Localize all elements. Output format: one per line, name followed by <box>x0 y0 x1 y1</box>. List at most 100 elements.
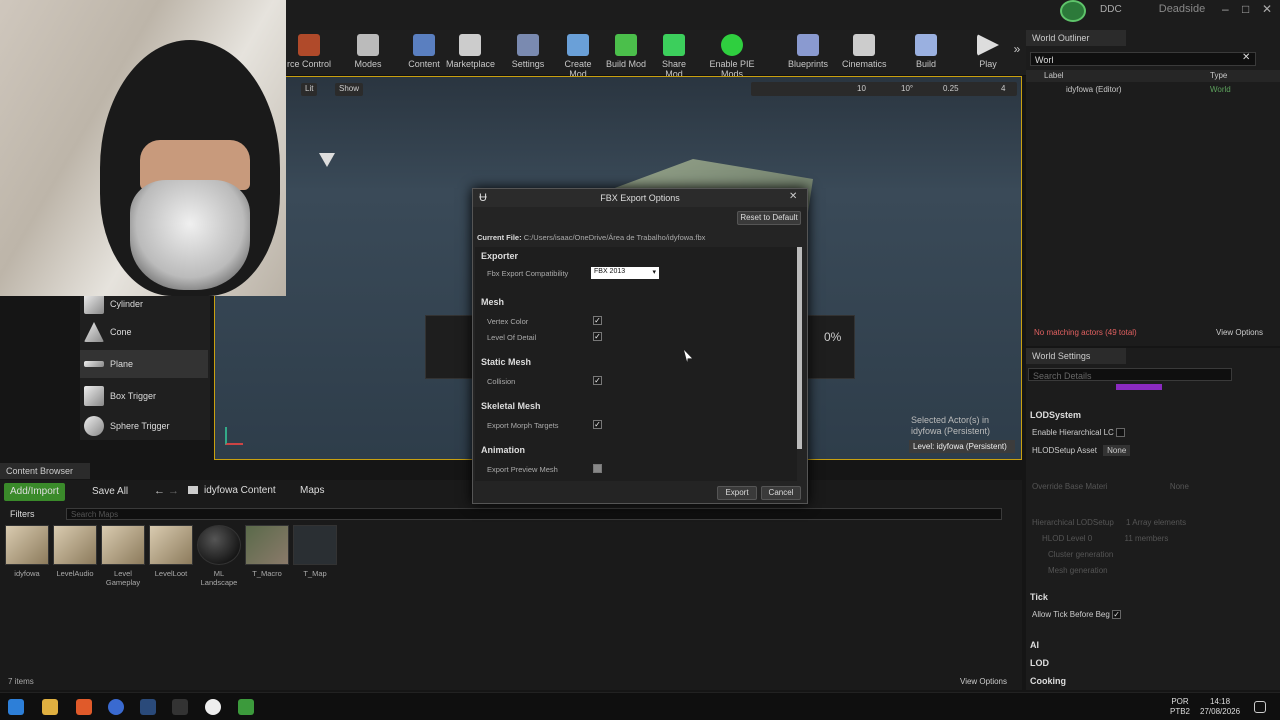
breadcrumb-maps[interactable]: Maps <box>300 485 324 496</box>
place-item-cone[interactable]: Cone <box>80 318 208 346</box>
build-icon <box>915 34 937 56</box>
static-mesh-section[interactable]: Static Mesh <box>481 357 531 367</box>
world-outliner-tab[interactable]: World Outliner <box>1026 30 1126 46</box>
chrome-icon[interactable] <box>108 699 124 715</box>
settings-button[interactable]: Settings <box>508 32 548 74</box>
reset-to-default-button[interactable]: Reset to Default <box>737 211 801 225</box>
lit-button[interactable]: Lit <box>301 83 318 96</box>
enable-hlod-checkbox[interactable] <box>1116 428 1126 438</box>
place-item-plane[interactable]: Plane <box>80 350 208 378</box>
asset-tile[interactable]: LevelAudio <box>53 525 97 578</box>
exporter-section[interactable]: Exporter <box>481 251 518 261</box>
filters-button[interactable]: Filters <box>4 506 41 524</box>
mesh-section[interactable]: Mesh <box>481 297 504 307</box>
forward-icon[interactable]: → <box>168 485 179 497</box>
asset-tile[interactable]: T_Macro <box>245 525 289 578</box>
collision-label: Collision <box>487 377 516 386</box>
play-button[interactable]: Play <box>970 32 1006 74</box>
content-search-input[interactable]: Search Maps <box>66 508 1002 520</box>
share-mod-button[interactable]: Share Mod <box>652 32 696 79</box>
skeletal-mesh-section[interactable]: Skeletal Mesh <box>481 401 541 411</box>
breadcrumb-content[interactable]: idyfowa Content <box>204 485 276 496</box>
content-browser-panel: Add/Import Save All ← → idyfowa Content … <box>0 480 1022 690</box>
language-indicator[interactable]: POR PTB2 <box>1170 697 1190 717</box>
source-control-button[interactable]: rce Control <box>286 32 332 74</box>
modes-button[interactable]: Modes <box>346 32 390 74</box>
clock[interactable]: 14:18 27/08/2026 <box>1200 697 1240 717</box>
scale-snap-value[interactable]: 0.25 <box>943 84 959 93</box>
allow-tick-checkbox[interactable]: ✓ <box>1112 610 1122 620</box>
cooking-header[interactable]: Cooking <box>1030 676 1066 686</box>
brave-browser-icon[interactable] <box>76 699 92 715</box>
axis-gizmo-icon <box>225 427 243 445</box>
close-icon[interactable]: ✕ <box>1262 2 1272 16</box>
tick-header[interactable]: Tick <box>1030 592 1048 602</box>
steam-icon[interactable] <box>140 699 156 715</box>
lod-header[interactable]: LOD <box>1030 658 1049 668</box>
asset-tile[interactable]: ML Landscape <box>197 525 241 587</box>
asset-tile[interactable]: Level Gameplay <box>101 525 145 587</box>
world-settings-tab[interactable]: World Settings <box>1026 348 1126 364</box>
grid-snap-value[interactable]: 10 <box>857 84 866 93</box>
rotation-snap-value[interactable]: 10° <box>901 84 913 93</box>
details-search-input[interactable]: Search Details <box>1028 368 1232 381</box>
animation-section[interactable]: Animation <box>481 445 525 455</box>
play-icon <box>977 34 999 56</box>
create-mod-icon <box>567 34 589 56</box>
content-view-options[interactable]: View Options <box>960 677 1007 686</box>
enable-pie-mods-button[interactable]: Enable PIE Mods <box>700 32 764 79</box>
show-button[interactable]: Show <box>335 83 364 96</box>
file-explorer-icon[interactable] <box>42 699 58 715</box>
type-column-header[interactable]: Type <box>1210 71 1227 80</box>
camera-speed-value[interactable]: 4 <box>1001 84 1005 93</box>
lod-system-header[interactable]: LODSystem <box>1030 410 1081 420</box>
hlod-setup-dropdown[interactable]: None <box>1103 445 1131 456</box>
dialog-close-icon[interactable]: ✕ <box>789 191 797 202</box>
epic-games-icon[interactable] <box>238 699 254 715</box>
export-button[interactable]: Export <box>717 486 757 500</box>
plane-icon <box>84 361 104 367</box>
marketplace-button[interactable]: Marketplace <box>446 32 495 74</box>
back-icon[interactable]: ← <box>154 485 165 497</box>
ai-header[interactable]: AI <box>1030 640 1039 650</box>
outliner-status: No matching actors (49 total) <box>1034 328 1137 337</box>
content-browser-tab[interactable]: Content Browser <box>0 463 90 479</box>
item-count: 7 items <box>8 677 34 686</box>
minimize-icon[interactable]: – <box>1222 2 1229 16</box>
blueprints-button[interactable]: Blueprints <box>786 32 830 74</box>
options-scrollbar[interactable] <box>797 247 802 449</box>
terminal-icon[interactable] <box>172 699 188 715</box>
outliner-row[interactable]: idyfowa (Editor) World <box>1026 84 1280 96</box>
hlod-setup-row: HLODSetup Asset None <box>1032 445 1131 456</box>
add-import-button[interactable]: Add/Import <box>4 483 65 501</box>
level-of-detail-checkbox[interactable]: ✓ <box>593 332 602 341</box>
asset-tile[interactable]: LevelLoot <box>149 525 193 578</box>
build-button[interactable]: Build <box>906 32 946 74</box>
label-column-header[interactable]: Label <box>1044 71 1064 80</box>
vertex-color-checkbox[interactable]: ✓ <box>593 316 602 325</box>
clear-search-icon[interactable]: ✕ <box>1242 52 1250 63</box>
notification-icon[interactable] <box>1254 701 1266 713</box>
build-mod-button[interactable]: Build Mod <box>604 32 648 74</box>
create-mod-button[interactable]: Create Mod <box>556 32 600 79</box>
save-all-button[interactable]: Save All <box>86 483 134 501</box>
outliner-search-input[interactable]: Worl <box>1030 52 1256 66</box>
content-button[interactable]: Content <box>404 32 444 74</box>
windows-start-icon[interactable] <box>8 699 24 715</box>
viewport-snap-toolbar: 10 10° 0.25 4 <box>751 82 1017 96</box>
outliner-view-options[interactable]: View Options <box>1216 328 1263 337</box>
export-morph-checkbox[interactable]: ✓ <box>593 420 602 429</box>
asset-tile[interactable]: T_Map <box>293 525 337 578</box>
place-item-box-trigger[interactable]: Box Trigger <box>80 382 208 410</box>
cancel-button[interactable]: Cancel <box>761 486 801 500</box>
fbx-compat-dropdown[interactable]: FBX 2013 ▾ <box>591 267 659 279</box>
maximize-icon[interactable]: □ <box>1242 2 1249 16</box>
asset-tile[interactable]: idyfowa <box>5 525 49 578</box>
export-preview-checkbox[interactable] <box>593 464 602 473</box>
blueprints-icon <box>797 34 819 56</box>
collision-checkbox[interactable]: ✓ <box>593 376 602 385</box>
unreal-engine-icon[interactable] <box>205 699 221 715</box>
map-icon <box>5 525 49 565</box>
cinematics-button[interactable]: Cinematics <box>842 32 887 74</box>
place-item-sphere-trigger[interactable]: Sphere Trigger <box>80 412 208 440</box>
